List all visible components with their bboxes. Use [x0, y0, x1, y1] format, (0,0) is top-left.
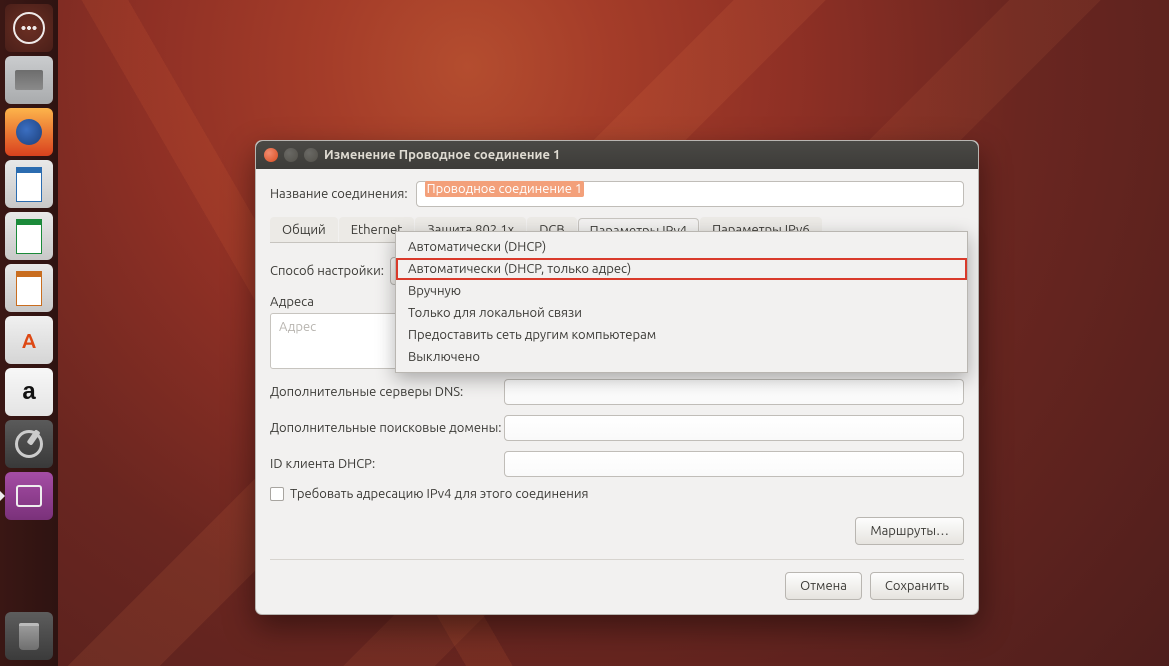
amazon-icon[interactable] — [5, 368, 53, 416]
window-close-icon[interactable] — [264, 148, 278, 162]
method-label: Способ настройки: — [270, 264, 390, 278]
search-domains-label: Дополнительные поисковые домены: — [270, 421, 504, 435]
network-connections-icon[interactable] — [5, 472, 53, 520]
dhcp-client-id-label: ID клиента DHCP: — [270, 457, 504, 471]
window-maximize-icon[interactable] — [304, 148, 318, 162]
files-icon[interactable] — [5, 56, 53, 104]
connection-name-input[interactable]: Проводное соединение 1 — [416, 181, 964, 207]
active-indicator-icon — [0, 491, 10, 501]
search-domains-input[interactable] — [504, 415, 964, 441]
method-option-dhcp-address-only[interactable]: Автоматически (DHCP, только адрес) — [396, 258, 967, 280]
dash-icon[interactable] — [5, 4, 53, 52]
libreoffice-calc-icon[interactable] — [5, 212, 53, 260]
firefox-icon[interactable] — [5, 108, 53, 156]
dns-label: Дополнительные серверы DNS: — [270, 385, 504, 399]
method-option-disabled[interactable]: Выключено — [396, 346, 967, 368]
method-option-manual[interactable]: Вручную — [396, 280, 967, 302]
dns-input[interactable] — [504, 379, 964, 405]
connection-name-label: Название соединения: — [270, 187, 408, 201]
connection-name-value: Проводное соединение 1 — [425, 181, 585, 197]
system-settings-icon[interactable] — [5, 420, 53, 468]
save-button[interactable]: Сохранить — [870, 572, 964, 600]
libreoffice-impress-icon[interactable] — [5, 264, 53, 312]
unity-launcher — [0, 0, 58, 666]
require-ipv4-checkbox[interactable] — [270, 487, 284, 501]
dhcp-client-id-input[interactable] — [504, 451, 964, 477]
dialog-titlebar[interactable]: Изменение Проводное соединение 1 — [256, 141, 978, 169]
cancel-button[interactable]: Отмена — [785, 572, 862, 600]
method-option-link-local[interactable]: Только для локальной связи — [396, 302, 967, 324]
trash-icon[interactable] — [5, 612, 53, 660]
edit-connection-dialog: Изменение Проводное соединение 1 Названи… — [255, 140, 979, 615]
top-panel — [0, 0, 1169, 24]
tab-general[interactable]: Общий — [270, 217, 338, 242]
dialog-title: Изменение Проводное соединение 1 — [324, 148, 560, 162]
method-option-shared[interactable]: Предоставить сеть другим компьютерам — [396, 324, 967, 346]
require-ipv4-label: Требовать адресацию IPv4 для этого соеди… — [290, 487, 589, 501]
libreoffice-writer-icon[interactable] — [5, 160, 53, 208]
ubuntu-software-icon[interactable] — [5, 316, 53, 364]
addresses-placeholder: Адрес — [279, 320, 316, 334]
routes-button[interactable]: Маршруты… — [855, 517, 964, 545]
window-minimize-icon[interactable] — [284, 148, 298, 162]
method-option-dhcp[interactable]: Автоматически (DHCP) — [396, 236, 967, 258]
method-dropdown: Автоматически (DHCP) Автоматически (DHCP… — [395, 231, 968, 373]
